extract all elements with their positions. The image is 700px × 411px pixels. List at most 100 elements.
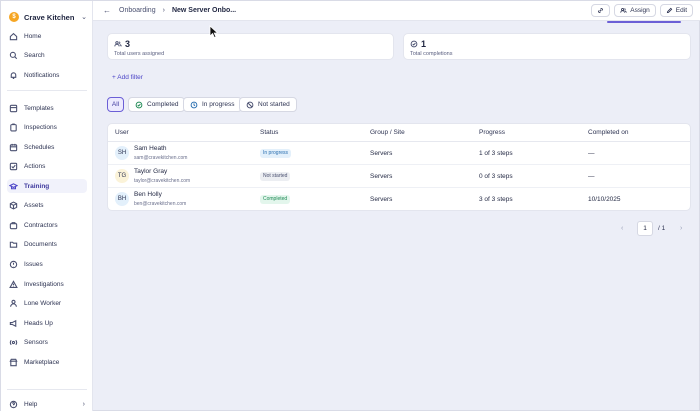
- breadcrumb-parent[interactable]: Onboarding: [119, 7, 156, 14]
- link-icon: [598, 8, 604, 13]
- sidebar-item-actions[interactable]: Actions: [7, 159, 87, 173]
- avatar: BH: [115, 192, 129, 206]
- sidebar-divider: [7, 389, 87, 390]
- sidebar-item-label: Actions: [24, 162, 46, 170]
- group-cell: Servers: [370, 196, 393, 203]
- sidebar-item-heads-up[interactable]: Heads Up: [7, 316, 87, 330]
- store-icon: [9, 358, 18, 367]
- sidebar-item-issues[interactable]: Issues: [7, 257, 87, 271]
- table-header: User Status Group / Site Progress Comple…: [108, 124, 690, 142]
- sidebar-item-documents[interactable]: Documents: [7, 237, 87, 251]
- table-row[interactable]: BH Ben Holly ben@cravekitchen.com Comple…: [108, 188, 690, 210]
- users-assigned-count: 3: [125, 39, 131, 49]
- filter-not-started-label: Not started: [258, 101, 290, 108]
- assign-label: Assign: [630, 7, 650, 14]
- filter-in-progress[interactable]: In progress: [183, 97, 242, 112]
- search-icon: [9, 51, 18, 60]
- column-header-user[interactable]: User: [115, 129, 129, 136]
- edit-label: Edit: [675, 7, 687, 14]
- sidebar-item-help[interactable]: Help ›: [7, 398, 87, 410]
- completed-on-cell: 10/10/2025: [588, 196, 621, 203]
- filter-in-progress-label: In progress: [202, 101, 235, 108]
- blocked-icon: [246, 101, 254, 108]
- chevron-right-icon: ›: [162, 7, 165, 14]
- sidebar-item-contractors[interactable]: Contractors: [7, 218, 87, 232]
- header-actions: Assign Edit: [591, 4, 693, 17]
- column-header-completed-on[interactable]: Completed on: [588, 129, 628, 136]
- table-row[interactable]: TG Taylor Gray taylor@cravekitchen.com N…: [108, 165, 690, 188]
- page-title: New Server Onbo...: [171, 7, 237, 14]
- filter-all[interactable]: All: [107, 97, 124, 112]
- sidebar-item-marketplace[interactable]: Marketplace: [7, 355, 87, 369]
- sidebar-item-assets[interactable]: Assets: [7, 198, 87, 212]
- sidebar-item-label: Inspections: [24, 123, 57, 131]
- sidebar-item-schedules[interactable]: Schedules: [7, 140, 87, 154]
- sidebar-item-label: Documents: [24, 240, 57, 248]
- filter-completed[interactable]: Completed: [128, 97, 186, 112]
- avatar: SH: [115, 146, 129, 160]
- sensor-icon: [9, 338, 18, 347]
- org-name: Crave Kitchen: [24, 12, 75, 22]
- copy-link-button[interactable]: [591, 4, 611, 17]
- sidebar-item-training[interactable]: Training: [7, 179, 87, 193]
- check-circle-icon: [135, 101, 143, 108]
- sidebar-item-lone-worker[interactable]: Lone Worker: [7, 296, 87, 310]
- issue-icon: [9, 260, 18, 269]
- bell-icon: [9, 71, 18, 80]
- column-header-group[interactable]: Group / Site: [370, 129, 405, 136]
- users-icon: [620, 7, 628, 13]
- clock-icon: [190, 101, 198, 108]
- sidebar-item-label: Notifications: [24, 71, 60, 79]
- sidebar-item-search[interactable]: Search: [7, 48, 87, 62]
- sidebar-item-label: Contractors: [24, 221, 58, 229]
- template-icon: [9, 104, 18, 113]
- user-email: sam@cravekitchen.com: [134, 155, 188, 161]
- completed-on-cell: —: [588, 150, 595, 157]
- page-number-input[interactable]: 1: [637, 221, 653, 236]
- table-row[interactable]: SH Sam Heath sam@cravekitchen.com In pro…: [108, 142, 690, 165]
- progress-cell: 3 of 3 steps: [479, 196, 513, 203]
- sidebar-item-label: Search: [24, 51, 45, 59]
- users-assigned-label: Total users assigned: [114, 51, 165, 57]
- person-icon: [9, 299, 18, 308]
- sidebar-item-label: Schedules: [24, 143, 55, 151]
- sidebar-item-home[interactable]: Home: [7, 29, 87, 43]
- add-filter-label: Add filter: [117, 74, 143, 81]
- calendar-icon: [9, 143, 18, 152]
- clipboard-icon: [9, 123, 18, 132]
- column-header-status[interactable]: Status: [260, 129, 278, 136]
- add-filter-button[interactable]: + Add filter: [112, 74, 143, 81]
- sidebar-item-label: Sensors: [24, 338, 48, 346]
- help-label: Help: [24, 400, 38, 408]
- user-email: taylor@cravekitchen.com: [134, 178, 191, 184]
- assign-button[interactable]: Assign: [614, 4, 656, 17]
- org-switcher[interactable]: $ Crave Kitchen ⌄: [9, 9, 87, 25]
- sidebar-item-templates[interactable]: Templates: [7, 101, 87, 115]
- actions-icon: [9, 162, 18, 171]
- sidebar-item-inspections[interactable]: Inspections: [7, 120, 87, 134]
- group-cell: Servers: [370, 150, 393, 157]
- app-window: $ Crave Kitchen ⌄ Home Search Notificati…: [0, 0, 700, 411]
- page-total: / 1: [658, 225, 666, 232]
- user-name: Ben Holly: [134, 191, 162, 198]
- back-arrow-icon[interactable]: ←: [103, 6, 111, 15]
- chevron-left-icon[interactable]: ‹: [621, 225, 623, 232]
- check-circle-icon: [410, 40, 418, 48]
- users-assigned-card: 3 Total users assigned: [107, 33, 394, 60]
- edit-button[interactable]: Edit: [659, 4, 693, 17]
- mouse-cursor-icon: [209, 25, 219, 39]
- completions-label: Total completions: [410, 51, 453, 57]
- plus-icon: +: [112, 74, 116, 81]
- chevron-down-icon: ⌄: [81, 14, 87, 21]
- chevron-right-icon[interactable]: ›: [680, 225, 682, 232]
- megaphone-icon: [9, 319, 18, 328]
- column-header-progress[interactable]: Progress: [479, 129, 505, 136]
- active-tab-indicator: [607, 21, 681, 23]
- sidebar-item-notifications[interactable]: Notifications: [7, 68, 87, 82]
- sidebar-item-label: Templates: [24, 104, 54, 112]
- filter-not-started[interactable]: Not started: [239, 97, 297, 112]
- sidebar-item-investigations[interactable]: Investigations: [7, 277, 87, 291]
- sidebar-item-sensors[interactable]: Sensors: [7, 335, 87, 349]
- warning-icon: [9, 279, 18, 289]
- sidebar-item-label: Home: [24, 32, 42, 40]
